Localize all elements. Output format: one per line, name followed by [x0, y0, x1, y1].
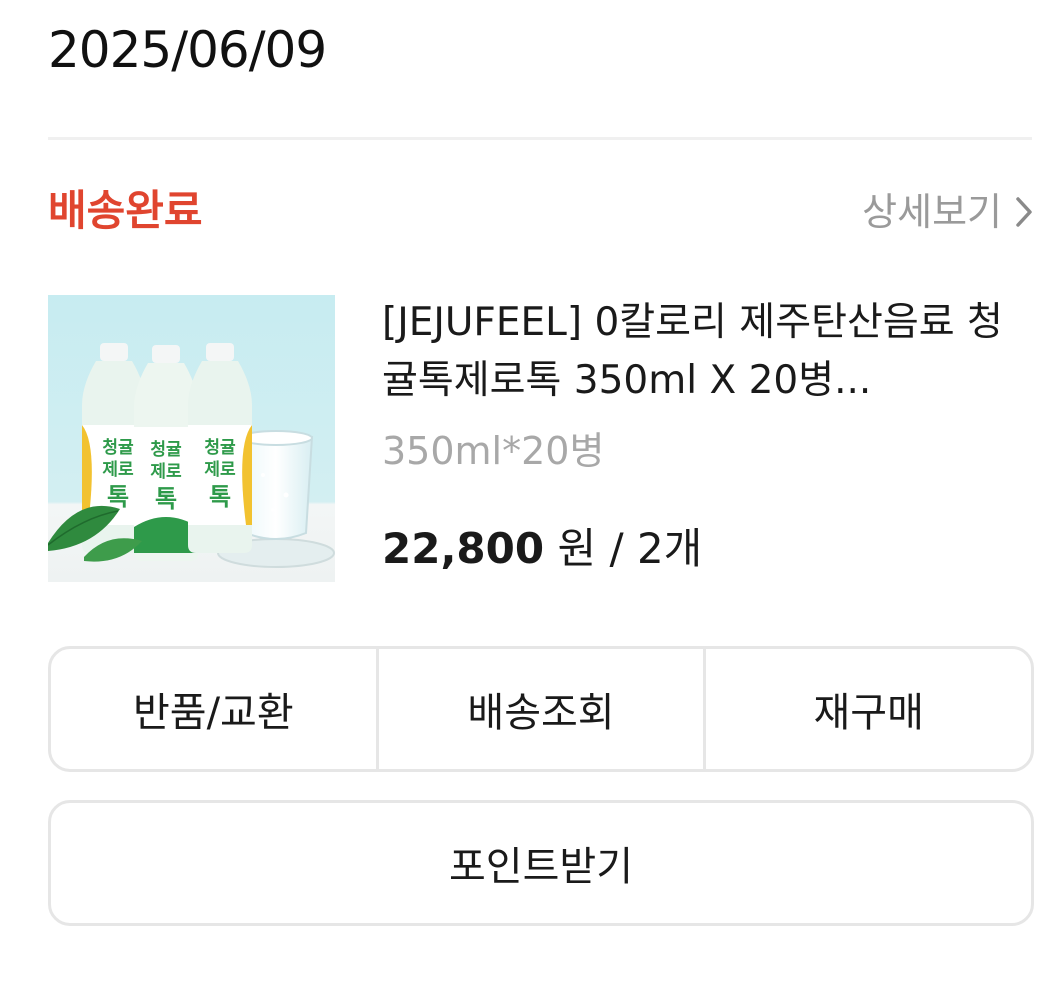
svg-text:톡: 톡: [155, 485, 177, 513]
price-separator: /: [609, 524, 624, 573]
product-option: 350ml*20병: [382, 429, 605, 473]
divider: [48, 137, 1032, 140]
view-details-label: 상세보기: [862, 190, 1002, 234]
svg-text:청귤: 청귤: [102, 437, 134, 458]
price-quantity: 22,800 원 / 2개: [382, 520, 702, 578]
svg-text:톡: 톡: [209, 483, 231, 511]
track-delivery-button[interactable]: 배송조회: [375, 649, 704, 769]
return-exchange-button[interactable]: 반품/교환: [51, 649, 376, 769]
svg-text:제로: 제로: [102, 460, 134, 480]
order-action-group: 반품/교환 배송조회 재구매: [48, 646, 1034, 772]
reorder-button[interactable]: 재구매: [703, 649, 1031, 769]
product-thumbnail[interactable]: 청귤 제로 톡 청귤 제로 톡 청귤 제로 톡: [48, 295, 335, 582]
svg-text:청귤: 청귤: [204, 437, 236, 458]
chevron-right-icon: [1014, 195, 1034, 229]
price-amount: 22,800: [382, 524, 545, 573]
svg-text:제로: 제로: [150, 462, 182, 482]
get-points-button[interactable]: 포인트받기: [48, 800, 1034, 926]
quantity: 2개: [636, 524, 703, 573]
order-item-card: 2025/06/09 배송완료 상세보기 청귤 제로 톡 청귤 제로 톡 청귤 …: [0, 0, 1056, 1008]
product-name[interactable]: [JEJUFEEL] 0칼로리 제주탄산음료 청귤톡제로톡 350ml X 20…: [382, 294, 1032, 410]
view-details-link[interactable]: 상세보기: [862, 186, 1034, 238]
svg-text:청귤: 청귤: [150, 439, 182, 460]
order-date: 2025/06/09: [48, 21, 327, 79]
svg-text:제로: 제로: [204, 460, 236, 480]
delivery-status: 배송완료: [48, 186, 203, 235]
price-unit: 원: [557, 524, 597, 573]
